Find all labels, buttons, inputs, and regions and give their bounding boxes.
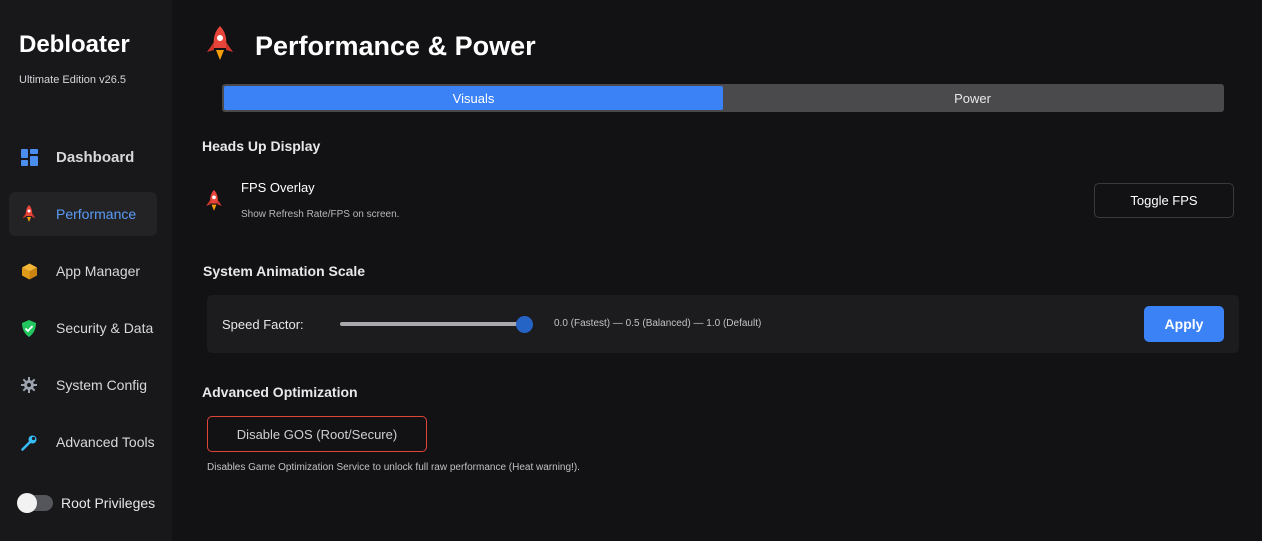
animation-scale-card: Speed Factor: 0.0 (Fastest) — 0.5 (Balan… — [207, 295, 1239, 353]
slider-thumb[interactable] — [516, 316, 533, 333]
sidebar-item-label: Dashboard — [56, 148, 135, 166]
apply-button[interactable]: Apply — [1144, 306, 1224, 342]
section-title-animation: System Animation Scale — [203, 263, 366, 279]
page-header: Performance & Power — [205, 25, 536, 67]
rocket-icon — [205, 25, 235, 67]
sidebar-item-app-manager[interactable]: App Manager — [9, 249, 157, 293]
page-title: Performance & Power — [255, 30, 536, 61]
sidebar-item-label: System Config — [56, 377, 148, 393]
gear-icon — [20, 376, 38, 394]
speed-factor-label: Speed Factor: — [222, 317, 304, 332]
dashboard-icon — [20, 148, 38, 166]
fps-overlay-description: Show Refresh Rate/FPS on screen. — [241, 209, 400, 220]
app-subtitle: Ultimate Edition v26.5 — [19, 74, 126, 86]
rocket-icon — [205, 178, 223, 217]
tab-visuals[interactable]: Visuals — [224, 86, 723, 110]
sidebar-item-label: Security & Data — [56, 320, 154, 336]
tab-power[interactable]: Power — [723, 86, 1222, 110]
root-privileges-label: Root Privileges — [61, 495, 156, 511]
section-title-advanced: Advanced Optimization — [202, 384, 358, 400]
section-title-hud: Heads Up Display — [202, 138, 321, 154]
app-title: Debloater — [19, 31, 130, 58]
disable-gos-button[interactable]: Disable GOS (Root/Secure) — [207, 416, 427, 452]
shield-icon — [20, 319, 38, 337]
sidebar-item-performance[interactable]: Performance — [9, 192, 157, 236]
sidebar: Debloater Ultimate Edition v26.5 Dashboa… — [0, 0, 172, 541]
toggle-knob — [17, 493, 37, 513]
root-privileges-toggle[interactable] — [17, 493, 53, 513]
sidebar-item-dashboard[interactable]: Dashboard — [9, 135, 157, 179]
sidebar-item-advanced-tools[interactable]: Advanced Tools — [9, 420, 157, 464]
tab-bar: Visuals Power — [222, 84, 1224, 112]
package-icon — [20, 262, 38, 280]
speed-factor-hint: 0.0 (Fastest) — 0.5 (Balanced) — 1.0 (De… — [554, 318, 762, 329]
fps-overlay-title: FPS Overlay — [241, 180, 315, 195]
sidebar-item-label: Advanced Tools — [56, 434, 155, 450]
rocket-icon — [20, 205, 38, 223]
sidebar-item-security[interactable]: Security & Data — [9, 306, 157, 350]
sidebar-item-label: App Manager — [56, 263, 141, 279]
toggle-fps-button[interactable]: Toggle FPS — [1094, 183, 1234, 218]
sidebar-item-system-config[interactable]: System Config — [9, 363, 157, 407]
wrench-icon — [20, 433, 38, 451]
disable-gos-description: Disables Game Optimization Service to un… — [207, 462, 580, 473]
speed-factor-slider[interactable] — [340, 322, 526, 326]
sidebar-item-label: Performance — [56, 206, 137, 222]
root-privileges-row: Root Privileges — [17, 492, 156, 514]
